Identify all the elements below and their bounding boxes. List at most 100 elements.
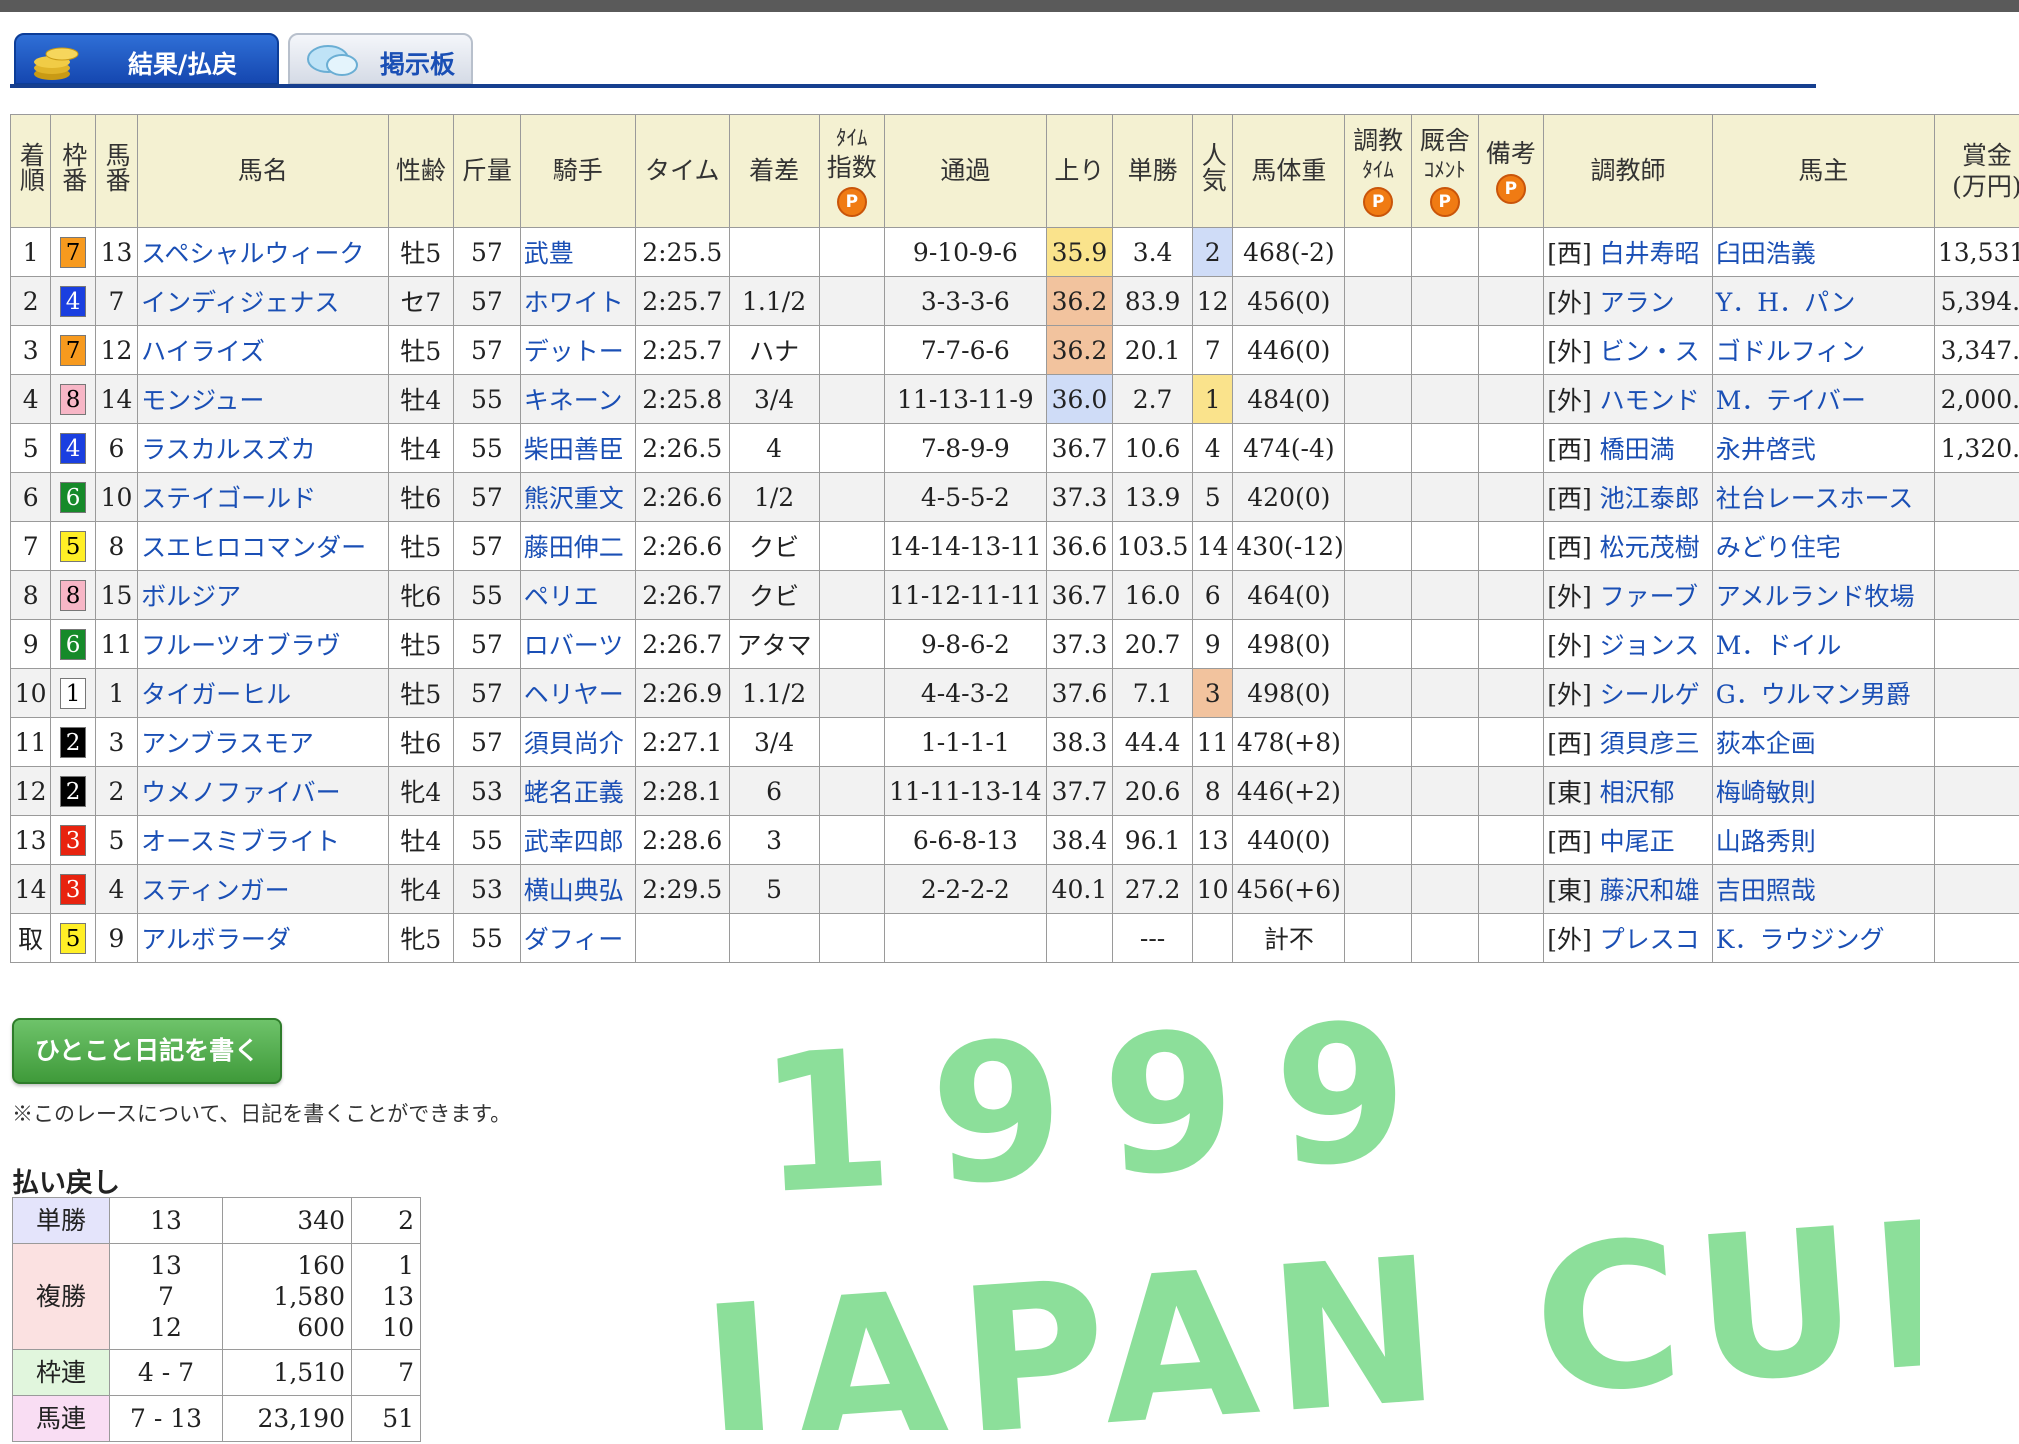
write-diary-button[interactable]: ひとこと日記を書く xyxy=(12,1018,282,1084)
horse-link[interactable]: スティンガー xyxy=(141,876,290,905)
cell-passing: 1-1-1-1 xyxy=(884,717,1047,767)
horse-link[interactable]: スペシャルウィーク xyxy=(141,239,364,268)
trainer-link[interactable]: シールゲ xyxy=(1600,680,1700,709)
cell-stable-comment xyxy=(1410,913,1479,963)
trainer-link[interactable]: ハモンド xyxy=(1600,386,1700,415)
trainer-link[interactable]: ファーブ xyxy=(1600,582,1699,611)
trainer-link[interactable]: 須貝彦三 xyxy=(1600,729,1700,758)
horse-link[interactable]: タイガーヒル xyxy=(141,680,291,709)
cell-passing: 7-7-6-6 xyxy=(884,325,1047,375)
payout-popularity-value: 51 xyxy=(382,1404,414,1433)
col-horse-name[interactable]: 馬名 xyxy=(137,114,389,228)
horse-link[interactable]: モンジュー xyxy=(141,386,264,415)
trainer-link[interactable]: プレスコ xyxy=(1600,925,1700,954)
trainer-link[interactable]: ジョンス xyxy=(1600,631,1700,660)
jockey-link[interactable]: 熊沢重文 xyxy=(524,484,624,513)
tab-message-board[interactable]: 掲示板 xyxy=(288,33,473,85)
trainer-link[interactable]: 白井寿昭 xyxy=(1600,239,1700,268)
jockey-link[interactable]: 横山典弘 xyxy=(524,876,624,905)
jockey-link[interactable]: 武幸四郎 xyxy=(524,827,624,856)
jockey-link[interactable]: ヘリヤー xyxy=(524,680,624,709)
cell-umaban: 4 xyxy=(94,864,139,914)
cell-sex-age: 牡4 xyxy=(387,815,455,865)
horse-link[interactable]: アルボラーダ xyxy=(141,925,291,954)
owner-link[interactable]: アメルランド牧場 xyxy=(1716,582,1915,611)
jockey-link[interactable]: キネーン xyxy=(524,386,623,415)
jockey-link[interactable]: ホワイト xyxy=(524,288,624,317)
owner-link[interactable]: 社台レースホース xyxy=(1716,484,1914,513)
owner-link[interactable]: Y．H．パン xyxy=(1716,288,1856,317)
cell-popularity: 12 xyxy=(1191,276,1234,326)
jockey-link[interactable]: 須貝尚介 xyxy=(524,729,624,758)
trainer-link[interactable]: ビン・ス xyxy=(1600,337,1700,366)
horse-link[interactable]: スエヒロコマンダー xyxy=(141,533,366,562)
trainer-link[interactable]: 橋田満 xyxy=(1600,435,1675,464)
trainer-link[interactable]: 池江泰郎 xyxy=(1600,484,1700,513)
payout-popularity-value: 10 xyxy=(382,1313,414,1342)
jockey-link[interactable]: 藤田伸二 xyxy=(524,533,624,562)
jockey-link[interactable]: 柴田善臣 xyxy=(524,435,624,464)
horse-link[interactable]: アンブラスモア xyxy=(141,729,314,758)
jockey-link[interactable]: デットー xyxy=(524,337,624,366)
owner-link[interactable]: M．テイバー xyxy=(1716,386,1866,415)
table-row: 9 6 11 フルーツオブラヴ 牡5 57 ロバーツ 2:26.7 アタマ 9-8-6-2 37.3… xyxy=(9,619,2019,669)
trainer-link[interactable]: 中尾正 xyxy=(1600,827,1675,856)
horse-link[interactable]: インディジェナス xyxy=(141,288,339,317)
owner-link[interactable]: G．ウルマン男爵 xyxy=(1716,680,1911,709)
horse-link[interactable]: ボルジア xyxy=(141,582,241,611)
tab-results-payout[interactable]: 結果/払戻 xyxy=(14,33,279,85)
cell-time: 2:26.6 xyxy=(634,472,730,522)
payout-amount: 1,510 xyxy=(222,1349,352,1396)
col-odds: 単勝 xyxy=(1112,114,1193,228)
jockey-link[interactable]: 武豊 xyxy=(524,239,574,268)
cell-trainer: [外] ビン・ス xyxy=(1543,325,1713,375)
owner-link[interactable]: K．ラウジング xyxy=(1716,925,1885,954)
payout-combo: 13 7 12 xyxy=(109,1243,223,1350)
horse-link[interactable]: ハイライズ xyxy=(141,337,265,366)
jockey-link[interactable]: ペリエ xyxy=(524,582,599,611)
cell-note xyxy=(1477,521,1545,571)
owner-link[interactable]: みどり住宅 xyxy=(1716,533,1841,562)
cell-sex-age: 牡6 xyxy=(387,717,455,767)
trainer-link[interactable]: 藤沢和雄 xyxy=(1600,876,1700,905)
owner-link[interactable]: 荻本企画 xyxy=(1716,729,1816,758)
waku-badge: 8 xyxy=(60,580,87,611)
jockey-link[interactable]: 蛯名正義 xyxy=(524,778,624,807)
owner-link[interactable]: 臼田浩義 xyxy=(1716,239,1816,268)
jockey-link[interactable]: ロバーツ xyxy=(524,631,624,660)
trainer-region: [西] xyxy=(1547,484,1592,513)
cell-last3f: 37.6 xyxy=(1045,668,1114,718)
trainer-link[interactable]: アラン xyxy=(1600,288,1675,317)
horse-link[interactable]: ステイゴールド xyxy=(141,484,316,513)
owner-link[interactable]: 吉田照哉 xyxy=(1716,876,1816,905)
cell-umaban: 15 xyxy=(94,570,139,620)
premium-p-icon[interactable]: P xyxy=(836,186,867,217)
cell-umaban: 12 xyxy=(94,325,139,375)
cell-body-weight: 484(0) xyxy=(1232,374,1346,424)
premium-p-icon[interactable]: P xyxy=(1429,186,1460,217)
owner-link[interactable]: 梅崎敏則 xyxy=(1716,778,1816,807)
owner-link[interactable]: M．ドイル xyxy=(1716,631,1842,660)
owner-link[interactable]: 山路秀則 xyxy=(1716,827,1816,856)
owner-link[interactable]: 永井啓弐 xyxy=(1716,435,1816,464)
cell-margin: ハナ xyxy=(728,325,820,375)
horse-link[interactable]: オースミブライト xyxy=(141,827,340,856)
payout-combo: 13 xyxy=(109,1197,223,1244)
cell-sex-age: 牡4 xyxy=(387,374,455,424)
premium-p-icon[interactable]: P xyxy=(1495,173,1526,204)
cell-popularity: 9 xyxy=(1191,619,1234,669)
trainer-link[interactable]: 松元茂樹 xyxy=(1600,533,1700,562)
premium-p-icon[interactable]: P xyxy=(1363,186,1394,217)
cell-weight: 53 xyxy=(453,766,521,816)
cell-time-index xyxy=(818,864,886,914)
horse-link[interactable]: フルーツオブラヴ xyxy=(141,631,341,660)
trainer-link[interactable]: 相沢郁 xyxy=(1600,778,1675,807)
cell-prize: 2,000.0 xyxy=(1933,374,2019,424)
cell-sex-age: 牡4 xyxy=(387,423,455,473)
horse-link[interactable]: ウメノファイバー xyxy=(141,778,341,807)
cell-waku: 1 xyxy=(50,668,96,718)
jockey-link[interactable]: ダフィー xyxy=(524,925,624,954)
cell-rank: 2 xyxy=(9,276,52,326)
horse-link[interactable]: ラスカルスズカ xyxy=(141,435,316,464)
owner-link[interactable]: ゴドルフィン xyxy=(1716,337,1866,366)
